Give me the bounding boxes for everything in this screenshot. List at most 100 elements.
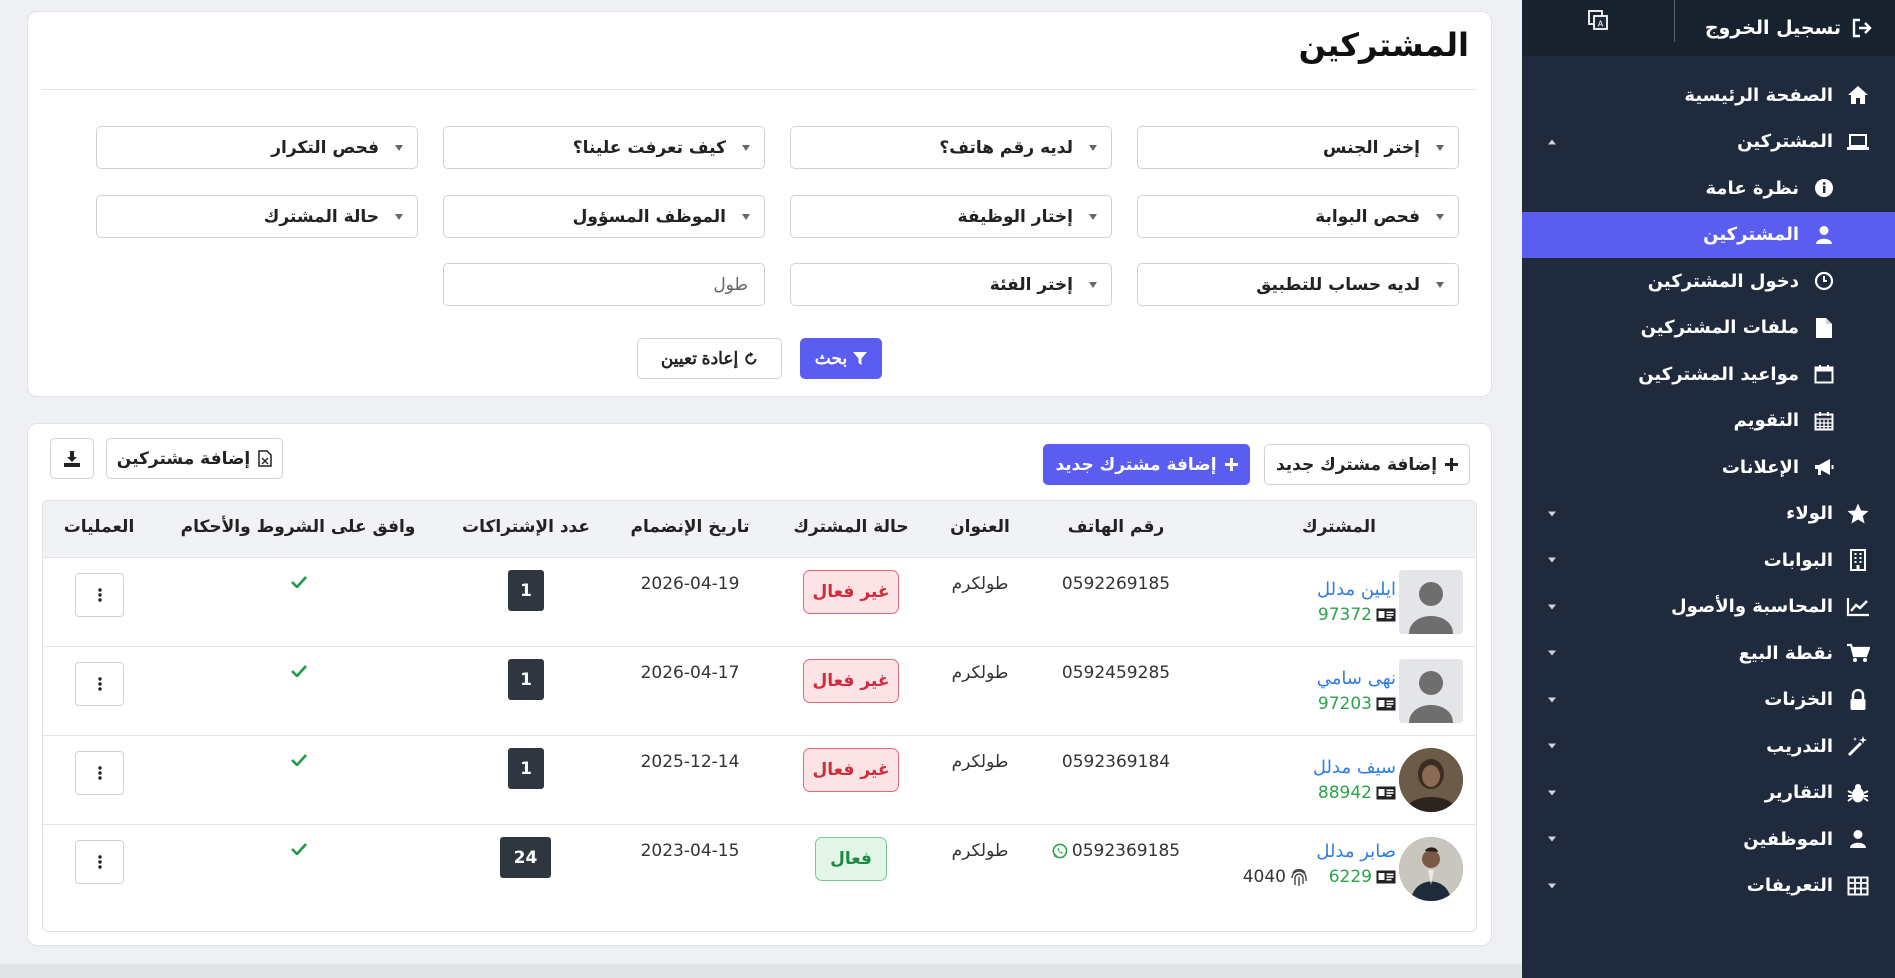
sidebar-item-ads[interactable]: الإعلانات [1522, 444, 1895, 491]
subscriber-id-value: 97372 [1317, 605, 1372, 625]
wand-icon [1847, 736, 1867, 757]
responsible-employee-select-value: الموظف المسؤول [572, 206, 726, 227]
job-select[interactable]: إختار الوظيفة [790, 195, 1112, 238]
sidebar-item-training[interactable]: التدريب [1522, 723, 1895, 770]
table-row[interactable]: صابر مدلل 6229 4040 0592369185 طولكرم فع… [43, 824, 1476, 913]
table-row[interactable]: ايلين مدلل 97372 0592269185 طولكرم غير ف… [43, 557, 1476, 646]
svg-text:A: A [1598, 20, 1604, 29]
chevron-down-icon [395, 213, 403, 220]
add-subscriber-outline-label: إضافة مشترك جديد [1275, 454, 1438, 475]
sidebar-item-subscriber-entry[interactable]: دخول المشتركين [1522, 258, 1895, 305]
row-actions-button[interactable] [75, 662, 124, 706]
filter-card: المشتركين إختر الجنس لديه رقم هاتف؟ كيف … [27, 11, 1492, 397]
subscriber-id: 97372 [1318, 605, 1396, 625]
status-badge: غير فعال [803, 659, 899, 703]
subs-count-badge: 1 [508, 748, 544, 789]
search-button-label: بحث [814, 348, 848, 368]
city-input[interactable] [443, 263, 765, 306]
reset-button[interactable]: إعادة تعيين [637, 338, 782, 379]
sidebar-item-overview[interactable]: نظرة عامة [1522, 165, 1895, 212]
user-icon [1850, 830, 1866, 849]
add-subscriber-outline-button[interactable]: إضافة مشترك جديد [1264, 444, 1470, 485]
sidebar-item-label: الصفحة الرئيسية [1684, 84, 1833, 106]
lock-icon [1850, 688, 1866, 710]
sidebar-item-home[interactable]: الصفحة الرئيسية [1522, 72, 1895, 119]
sidebar-item-loyalty[interactable]: الولاء [1522, 491, 1895, 538]
responsible-employee-select[interactable]: الموظف المسؤول [443, 195, 765, 238]
subscriber-name-link[interactable]: صابر مدلل [1316, 841, 1396, 862]
table-icon [1847, 876, 1869, 896]
sidebar-item-label: دخول المشتركين [1647, 270, 1799, 292]
sidebar-item-employees[interactable]: الموظفين [1522, 816, 1895, 863]
sidebar-top-bar: تسجيل الخروج A [1522, 0, 1895, 56]
subscriber-name-link[interactable]: نهى سامي [1317, 668, 1396, 689]
download-button[interactable] [50, 438, 94, 479]
import-subscribers-label: إضافة مشتركين [116, 448, 251, 469]
duplicate-check-select[interactable]: فحص التكرار [96, 126, 418, 169]
gender-select[interactable]: إختر الجنس [1137, 126, 1459, 169]
logout-button[interactable]: تسجيل الخروج [1705, 17, 1873, 39]
row-actions-button[interactable] [75, 751, 124, 795]
category-select-value: إختر الفئة [989, 274, 1073, 295]
more-vertical-icon [97, 766, 102, 780]
status-badge: غير فعال [803, 570, 899, 614]
sidebar-item-calendar[interactable]: التقويم [1522, 398, 1895, 445]
table-header: المشترك رقم الهاتف العنوان حالة المشترك … [43, 501, 1476, 557]
col-terms: وافق على الشروط والأحكام [180, 517, 416, 537]
row-actions-button[interactable] [75, 840, 124, 884]
subscriber-status-select-value: حالة المشترك [263, 206, 379, 227]
gate-check-select[interactable]: فحص البوابة [1137, 195, 1459, 238]
app-account-select[interactable]: لديه حساب للتطبيق [1137, 263, 1459, 306]
job-select-value: إختار الوظيفة [957, 206, 1073, 227]
sidebar-item-safes[interactable]: الخزنات [1522, 677, 1895, 724]
sidebar-item-subscriber-appointments[interactable]: مواعيد المشتركين [1522, 351, 1895, 398]
row-actions-button[interactable] [75, 573, 124, 617]
address-cell: طولكرم [951, 752, 1009, 772]
subscriber-name-link[interactable]: ايلين مدلل [1317, 579, 1396, 600]
subs-count-badge: 1 [508, 570, 544, 611]
subscriber-id: 88942 [1318, 783, 1396, 803]
table-row[interactable]: نهى سامي 97203 0592459285 طولكرم غير فعا… [43, 646, 1476, 735]
chevron-down-icon [1089, 213, 1097, 220]
phone-cell: 0592269185 [1061, 574, 1171, 594]
horizontal-scrollbar[interactable] [0, 964, 1522, 978]
sidebar-item-label: المشتركين [1737, 131, 1833, 153]
add-subscriber-primary-button[interactable]: إضافة مشترك جديد [1043, 444, 1250, 485]
how-found-select[interactable]: كيف تعرفت علينا؟ [443, 126, 765, 169]
subscriber-status-select[interactable]: حالة المشترك [96, 195, 418, 238]
whatsapp-icon [1052, 843, 1068, 859]
sidebar-item-gates[interactable]: البوابات [1522, 537, 1895, 584]
chevron-down-icon [1548, 836, 1556, 842]
sidebar-item-pos[interactable]: نقطة البيع [1522, 630, 1895, 677]
sidebar-item-label: مواعيد المشتركين [1638, 363, 1799, 385]
sidebar-item-reports[interactable]: التقارير [1522, 770, 1895, 817]
page-title: المشتركين [1298, 26, 1469, 64]
sidebar-item-definitions[interactable]: التعريفات [1522, 863, 1895, 910]
excel-file-icon [258, 450, 272, 467]
sidebar-item-label: نظرة عامة [1705, 177, 1800, 199]
chevron-down-icon [742, 144, 750, 151]
sidebar-item-subscribers-group[interactable]: المشتركين [1522, 119, 1895, 166]
translate-icon[interactable]: A [1586, 8, 1610, 32]
download-icon [64, 450, 80, 467]
has-phone-select[interactable]: لديه رقم هاتف؟ [790, 126, 1112, 169]
subscriber-name-link[interactable]: سيف مدلل [1313, 757, 1396, 778]
sidebar-item-subscribers[interactable]: المشتركين [1522, 211, 1895, 258]
import-subscribers-button[interactable]: إضافة مشتركين [106, 438, 283, 479]
id-card-icon [1376, 608, 1396, 622]
id-card-icon [1376, 786, 1396, 800]
check-icon [291, 754, 307, 766]
how-found-select-value: كيف تعرفت علينا؟ [572, 137, 726, 158]
sidebar-item-label: ملفات المشتركين [1640, 317, 1799, 339]
table-row[interactable]: سيف مدلل 88942 0592369184 طولكرم غير فعا… [43, 735, 1476, 824]
search-button[interactable]: بحث [800, 338, 882, 379]
sidebar-item-accounting[interactable]: المحاسبة والأصول [1522, 584, 1895, 631]
joined-date-cell: 2025-12-14 [640, 752, 740, 772]
refresh-icon [745, 351, 757, 365]
top-bar-divider [1674, 0, 1675, 42]
sidebar-nav: الصفحة الرئيسية المشتركين نظرة عامة المش… [1522, 56, 1895, 909]
category-select[interactable]: إختر الفئة [790, 263, 1112, 306]
phone-cell: 0592369185 [1052, 841, 1180, 861]
sidebar-item-subscriber-files[interactable]: ملفات المشتركين [1522, 305, 1895, 352]
bug-icon [1847, 783, 1869, 803]
